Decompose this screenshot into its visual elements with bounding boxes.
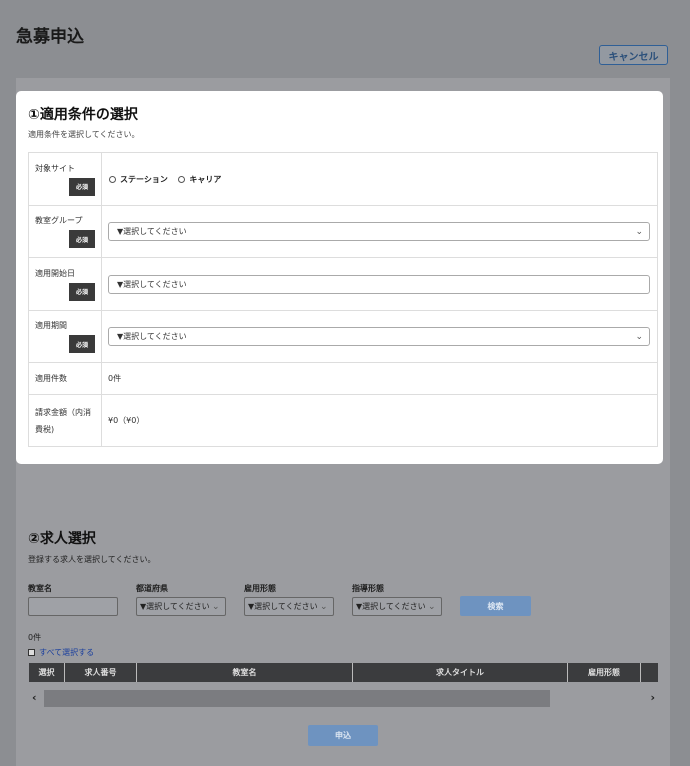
apply-button[interactable]: 申込 bbox=[308, 725, 378, 746]
row-count: 適用件数 0件 bbox=[28, 362, 658, 395]
required-badge: 必須 bbox=[69, 282, 95, 301]
required-badge: 必須 bbox=[69, 230, 95, 248]
period-select[interactable]: ▼選択してください ⌄ bbox=[108, 327, 650, 346]
prefecture-filter-select[interactable]: ▼選択してください ⌄ bbox=[136, 597, 226, 616]
guidance-filter-label: 指導形態 bbox=[352, 584, 384, 593]
employment-filter-select[interactable]: ▼選択してください ⌄ bbox=[244, 597, 334, 616]
amount-label: 請求金額（内消費税) bbox=[28, 394, 102, 447]
start-date-label: 適用開始日 bbox=[35, 268, 75, 278]
classroom-filter-input[interactable] bbox=[28, 597, 118, 616]
chevron-down-icon: ⌄ bbox=[320, 601, 328, 612]
header-job-title: 求人タイトル bbox=[353, 663, 568, 682]
radio-circle-icon[interactable] bbox=[178, 175, 186, 183]
count-value: 0件 bbox=[101, 362, 658, 395]
radio-circle-icon[interactable] bbox=[109, 175, 116, 183]
checkbox-icon[interactable] bbox=[28, 649, 35, 656]
page-title: 急募申込 bbox=[16, 27, 84, 47]
conditions-modal: ①適用条件の選択 適用条件を選択してください。 対象サイト 必須 ステーション … bbox=[16, 91, 663, 464]
employment-filter-label: 雇用形態 bbox=[244, 584, 276, 593]
prefecture-filter-label: 都道府県 bbox=[136, 584, 168, 593]
required-badge: 必須 bbox=[69, 335, 95, 353]
header-select: 選択 bbox=[29, 663, 65, 682]
count-label: 適用件数 bbox=[28, 362, 102, 395]
conditions-table: 対象サイト 必須 ステーション キャリア 教室グループ 必須 ▼選択してください… bbox=[28, 152, 658, 447]
result-count: 0件 bbox=[28, 633, 42, 642]
jobs-table-header: 選択 求人番号 教室名 求人タイトル 雇用形態 bbox=[29, 663, 658, 682]
scroll-left-icon[interactable]: ‹ bbox=[32, 691, 37, 704]
period-label: 適用期間 bbox=[35, 321, 67, 330]
section1-subtitle: 適用条件を選択してください。 bbox=[28, 130, 140, 139]
section2-subtitle: 登録する求人を選択してください。 bbox=[28, 555, 156, 564]
required-badge: 必須 bbox=[69, 177, 95, 196]
guidance-filter-select[interactable]: ▼選択してください ⌄ bbox=[352, 597, 442, 616]
classroom-group-label: 教室グループ bbox=[35, 216, 83, 225]
cancel-button[interactable]: キャンセル bbox=[599, 45, 668, 65]
header-job-number: 求人番号 bbox=[65, 663, 137, 682]
chevron-down-icon: ⌄ bbox=[212, 601, 220, 612]
radio-station[interactable]: ステーション bbox=[109, 174, 168, 185]
select-all-checkbox[interactable]: すべて選択する bbox=[28, 647, 94, 658]
section2-title: ②求人選択 bbox=[28, 531, 96, 547]
chevron-down-icon: ⌄ bbox=[635, 226, 643, 237]
radio-career[interactable]: キャリア bbox=[178, 174, 221, 185]
row-start-date: 適用開始日 必須 ▼選択してください bbox=[28, 257, 658, 311]
row-target-site: 対象サイト 必須 ステーション キャリア bbox=[28, 152, 658, 206]
amount-value: ¥0（¥0） bbox=[101, 394, 658, 447]
classroom-group-select[interactable]: ▼選択してください ⌄ bbox=[108, 222, 650, 241]
row-amount: 請求金額（内消費税) ¥0（¥0） bbox=[28, 394, 658, 447]
header-classroom: 教室名 bbox=[137, 663, 353, 682]
chevron-down-icon: ⌄ bbox=[635, 331, 643, 342]
target-site-label: 対象サイト bbox=[35, 163, 75, 173]
search-button[interactable]: 検索 bbox=[460, 596, 531, 616]
section1-title: ①適用条件の選択 bbox=[28, 107, 138, 123]
start-date-input[interactable]: ▼選択してください bbox=[108, 274, 650, 294]
classroom-filter-label: 教室名 bbox=[28, 584, 52, 593]
scrollbar-thumb[interactable] bbox=[44, 690, 550, 707]
scroll-right-icon[interactable]: › bbox=[650, 691, 655, 704]
horizontal-scrollbar[interactable]: ‹ › bbox=[29, 689, 658, 708]
header-employment: 雇用形態 bbox=[568, 663, 641, 682]
row-classroom-group: 教室グループ 必須 ▼選択してください ⌄ bbox=[28, 205, 658, 258]
row-period: 適用期間 必須 ▼選択してください ⌄ bbox=[28, 310, 658, 363]
chevron-down-icon: ⌄ bbox=[428, 601, 436, 612]
